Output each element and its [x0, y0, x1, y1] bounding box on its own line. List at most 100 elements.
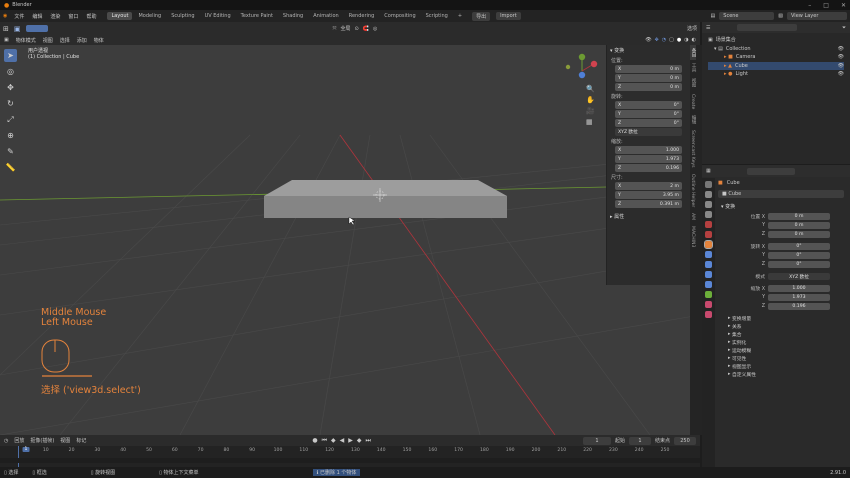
select-mode-icon[interactable]: ▣ [14, 25, 21, 33]
eye-icon[interactable]: 👁 [838, 53, 844, 62]
location-y-field[interactable]: Y0 m [615, 74, 682, 82]
props-rotation-x[interactable]: 0° [768, 243, 830, 250]
overlay-icon[interactable]: ◔ [662, 37, 666, 43]
tab-screencast-keys[interactable]: Screencast Keys [690, 127, 695, 171]
outliner-scene-collection[interactable]: 场景集合 [716, 36, 736, 45]
properties-editor-icon[interactable]: ▦ [706, 168, 711, 174]
cursor-tool-icon[interactable]: ◎ [4, 65, 17, 78]
tab-rendering[interactable]: Rendering [345, 12, 379, 20]
tab-item[interactable]: 条目 [690, 45, 696, 61]
outliner-search[interactable] [737, 24, 798, 31]
proportional-icon[interactable]: ◎ [373, 26, 377, 32]
props-viewport-display[interactable]: ▸ 视图显示 [718, 362, 850, 370]
shading-rendered-icon[interactable]: ◐ [692, 37, 696, 43]
props-scale-y[interactable]: 1.973 [768, 294, 830, 301]
props-visibility[interactable]: ▸ 可见性 [718, 354, 850, 362]
shading-material-icon[interactable]: ◑ [684, 37, 688, 43]
tab-tool[interactable]: 工具 [690, 60, 696, 75]
tab-compositing[interactable]: Compositing [380, 12, 419, 20]
props-relations[interactable]: ▸ 关系 [718, 322, 850, 330]
props-motion-blur[interactable]: ▸ 运动模糊 [718, 346, 850, 354]
rotation-z-field[interactable]: Z 0° [615, 119, 682, 127]
view-layer-tab-icon[interactable] [705, 211, 712, 218]
visibility-icon[interactable]: 👁 [645, 37, 651, 43]
outliner-camera[interactable]: Camera [736, 53, 756, 62]
tab-modeling[interactable]: Modeling [134, 12, 165, 20]
pan-hand-icon[interactable]: ✋ [586, 96, 595, 104]
menu-add[interactable]: 添加 [77, 37, 87, 44]
particles-tab-icon[interactable] [705, 261, 712, 268]
tab-outline-helper[interactable]: Outline Helper [690, 171, 695, 210]
next-key-icon[interactable]: ◆ [357, 437, 362, 444]
modifier-tab-icon[interactable] [705, 251, 712, 258]
viewport-scene[interactable] [0, 45, 700, 435]
scale-tool-icon[interactable]: ⤢ [4, 113, 17, 126]
mode-select[interactable]: 物体模式 [16, 37, 36, 44]
location-z-field[interactable]: Z0 m [615, 83, 682, 91]
props-rotation-y[interactable]: 0° [768, 252, 830, 259]
filter-icon[interactable]: ⏷ [842, 25, 846, 31]
play-reverse-icon[interactable]: ◀ [340, 437, 345, 444]
play-icon[interactable]: ▶ [348, 437, 353, 444]
menu-window[interactable]: 窗口 [67, 13, 79, 20]
eye-icon[interactable]: 👁 [838, 45, 844, 54]
playhead[interactable] [18, 446, 19, 467]
gizmo-icon[interactable]: ✥ [655, 37, 659, 43]
select-tool-icon[interactable]: ➤ [4, 49, 17, 62]
orientation-select[interactable]: 全局 [341, 25, 351, 32]
tab-view[interactable]: 视图 [690, 75, 696, 90]
options-select[interactable]: 选项 [687, 25, 697, 32]
material-tab-icon[interactable] [705, 301, 712, 308]
world-tab-icon[interactable] [705, 231, 712, 238]
shading-solid-icon[interactable]: ● [677, 37, 681, 43]
tab-create[interactable]: Create [690, 91, 695, 112]
tab-scripting[interactable]: Scripting [422, 12, 452, 20]
ortho-grid-icon[interactable]: ▦ [586, 118, 595, 126]
jump-start-icon[interactable]: ⏮ [322, 437, 327, 445]
move-tool-icon[interactable]: ✥ [4, 81, 17, 94]
select-box-mode[interactable] [25, 25, 48, 32]
current-frame-field[interactable]: 1 [582, 436, 611, 445]
start-frame-field[interactable]: 1 [628, 436, 651, 445]
tab-layout[interactable]: Layout [107, 12, 133, 20]
props-collections[interactable]: ▸ 集合 [718, 330, 850, 338]
props-location-y[interactable]: 0 m [768, 222, 830, 229]
props-location-x[interactable]: 0 m [768, 213, 830, 220]
outliner-editor-icon[interactable]: ☰ [706, 25, 710, 31]
output-tab-icon[interactable] [705, 201, 712, 208]
menu-render[interactable]: 渲染 [49, 13, 61, 20]
zoom-icon[interactable]: 🔍 [586, 85, 595, 93]
export-button[interactable]: 导出 [472, 11, 491, 21]
3d-viewport[interactable]: 用户透视 (1) Collection | Cube ➤ ◎ ✥ ↻ ⤢ ⊕ ✎… [0, 45, 700, 435]
menu-edit[interactable]: 编辑 [31, 13, 43, 20]
tab-uv-editing[interactable]: UV Editing [201, 12, 235, 20]
props-custom-properties[interactable]: ▸ 自定义属性 [718, 370, 850, 378]
texture-tab-icon[interactable] [705, 311, 712, 318]
scale-y-field[interactable]: Y 1.973 [615, 155, 682, 163]
menu-object[interactable]: 物体 [94, 37, 104, 44]
scene-selector[interactable]: Scene [719, 12, 775, 20]
timeline-menu-marker[interactable]: 标记 [76, 437, 86, 444]
view-layer-selector[interactable]: View Layer [787, 12, 847, 20]
rotation-mode-select[interactable]: XYZ 欧拉 [615, 128, 682, 136]
render-tab-icon[interactable] [705, 191, 712, 198]
timeline-ruler[interactable]: 10 20 30 40 50 60 70 80 90 100 110 120 130 140 150 160 1… [0, 447, 700, 456]
end-frame-field[interactable]: 250 [674, 436, 696, 445]
transform-section-header[interactable]: ▾ 变换 [607, 45, 690, 56]
timeline-menu-playback[interactable]: 回放 [14, 437, 24, 444]
physics-tab-icon[interactable] [705, 271, 712, 278]
annotate-tool-icon[interactable]: ✎ [4, 145, 17, 158]
import-button[interactable]: Import [496, 12, 521, 20]
data-tab-icon[interactable] [705, 291, 712, 298]
current-frame-marker[interactable]: 1 [22, 447, 30, 452]
props-scale-x[interactable]: 1.000 [768, 285, 830, 292]
close-icon[interactable]: ✕ [841, 2, 846, 9]
dimensions-y-field[interactable]: Y 3.95 m [615, 191, 682, 199]
scale-x-field[interactable]: X 1.000 [615, 146, 682, 154]
menu-help[interactable]: 帮助 [85, 13, 97, 20]
object-tab-icon[interactable] [704, 240, 713, 249]
maximize-icon[interactable]: □ [823, 2, 829, 9]
menu-file[interactable]: 文件 [13, 13, 25, 20]
menu-select[interactable]: 选择 [60, 37, 70, 44]
timeline-editor-icon[interactable]: ◷ [4, 438, 8, 444]
